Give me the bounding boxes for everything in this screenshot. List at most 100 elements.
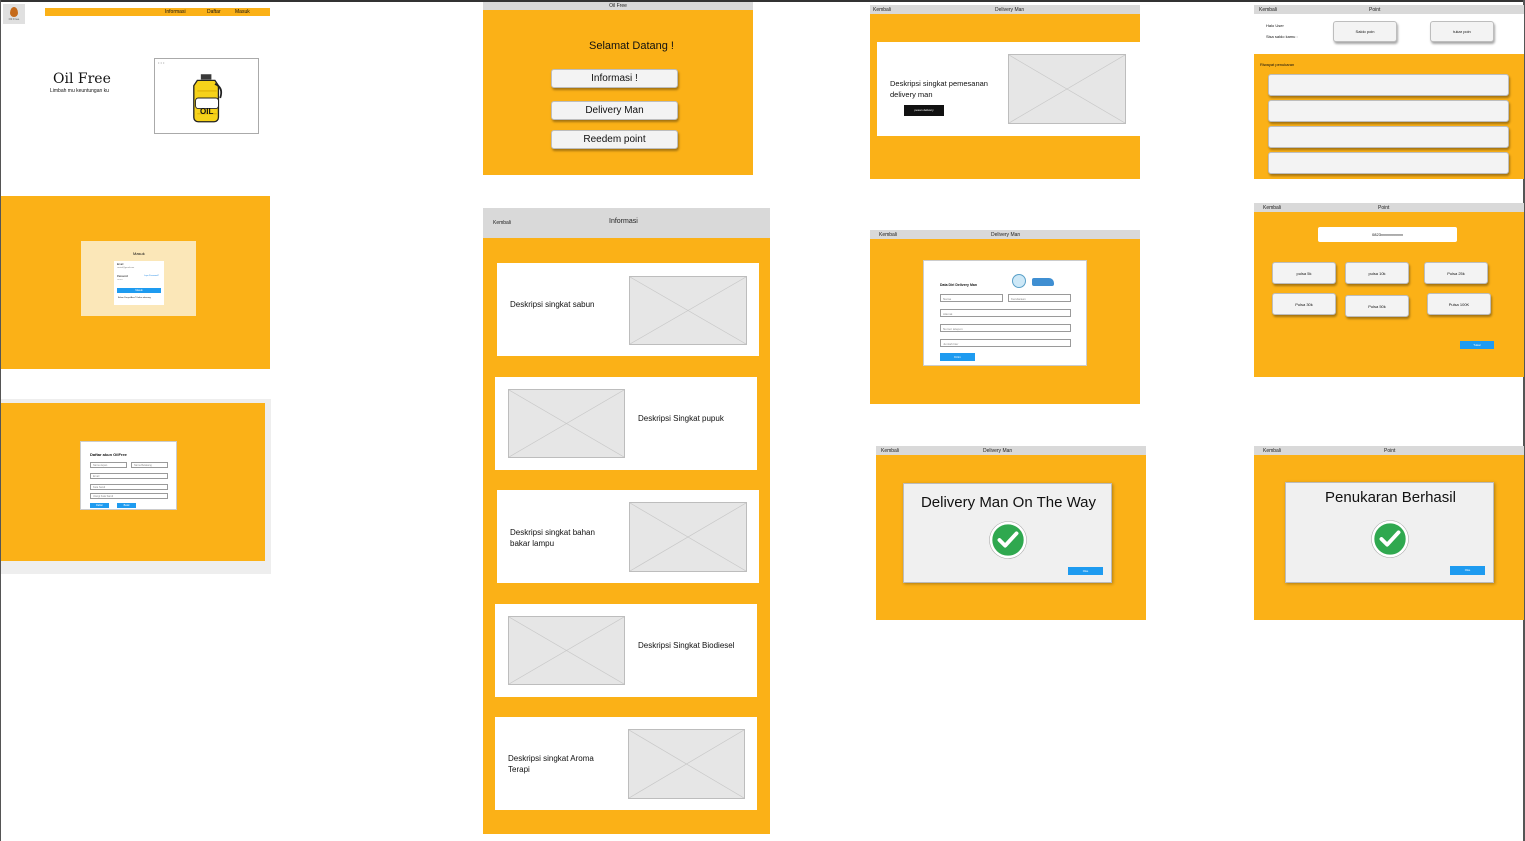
login-submit-button[interactable]: Masuk [117, 288, 161, 293]
point-summary: Halo User Sisa saldo kamu : Saldo poin t… [1254, 14, 1524, 54]
nav-daftar[interactable]: Daftar [207, 9, 221, 15]
option-pulsa-5k[interactable]: pulsa 5k [1272, 262, 1336, 284]
form-vehicle-field[interactable]: Kendaraan [1008, 294, 1071, 302]
history-row[interactable] [1268, 100, 1509, 122]
password-field[interactable]: •••••••• [117, 279, 161, 283]
history-row[interactable] [1268, 126, 1509, 148]
delivery-man-button[interactable]: Delivery Man [551, 101, 678, 120]
oil-jug-icon [193, 74, 223, 123]
info-text-aroma: Deskripsi singkat Aroma Terapi [508, 754, 594, 774]
option-pulsa-50k[interactable]: Pulsa 50k [1345, 295, 1409, 317]
history-row[interactable] [1268, 74, 1509, 96]
info-card-pupuk[interactable]: Deskripsi Singkat pupuk [495, 377, 757, 470]
history-row[interactable] [1268, 152, 1509, 174]
register-password-field[interactable]: Kata Sandi [90, 484, 168, 490]
info-card-biodiesel[interactable]: Deskripsi Singkat Biodiesel [495, 604, 757, 697]
option-pulsa-30k[interactable]: Pulsa 30k [1272, 293, 1336, 315]
redeem-done-back-link[interactable]: Kembali [1263, 448, 1281, 454]
redeem-done-header: Kembali Point [1254, 446, 1524, 455]
register-title: Daftar akun OilFree [90, 452, 127, 457]
delivery-back-link[interactable]: Kembali [873, 7, 891, 13]
welcome-greeting: Selamat Datang ! [589, 40, 674, 52]
first-name-field[interactable]: Nama depan [90, 462, 127, 468]
point-title: Point [1369, 7, 1381, 13]
delivery-form-title: Delivery Man [991, 232, 1021, 238]
option-pulsa-10k[interactable]: pulsa 10k [1345, 262, 1409, 284]
delivery-image [1008, 54, 1126, 124]
info-text-pupuk: Deskripsi Singkat pupuk [638, 414, 724, 423]
jug-label: OIL [200, 107, 214, 116]
delivery-card: Deskripsi singkat pemesanan delivery man… [877, 42, 1140, 136]
delivery-title: Delivery Man [995, 7, 1025, 13]
last-name-field[interactable]: Nama Belakang [131, 462, 168, 468]
form-phone-field[interactable]: Nomor telepon [940, 324, 1071, 332]
redeem-done-dialog: Penukaran Berhasil Oke [1285, 482, 1494, 583]
form-name-field[interactable]: Nama [940, 294, 1003, 302]
point-frame: Kembali Point Halo User Sisa saldo kamu … [1254, 5, 1524, 179]
delivery-done-dialog: Delivery Man On The Way Oke [903, 483, 1112, 583]
redeem-done-frame: Kembali Point Penukaran Berhasil Oke [1254, 446, 1524, 620]
option-pulsa-25k[interactable]: Pulsa 25k [1424, 262, 1488, 284]
success-check-icon [1371, 520, 1409, 558]
info-image-sabun [629, 276, 747, 345]
delivery-form-back-link[interactable]: Kembali [879, 232, 897, 238]
landing-navbar: Informasi Daftar Masuk [45, 8, 270, 16]
redeem-submit-button[interactable]: Tukar [1460, 341, 1494, 349]
success-check-icon [989, 521, 1027, 559]
redeem-back-link[interactable]: Kembali [1263, 205, 1281, 211]
info-text-biodiesel: Deskripsi Singkat Biodiesel [638, 641, 735, 650]
login-card: Masuk Email contoh@gmail.com Password Lu… [81, 241, 196, 316]
informasi-frame: Kembali Informasi Deskripsi singkat sabu… [483, 208, 770, 834]
welcome-frame: Oil Free Selamat Datang ! Informasi ! De… [483, 2, 753, 175]
forgot-link[interactable]: Lupa Password? [144, 275, 159, 277]
landing-frame: Oil Free Informasi Daftar Masuk Oil Free… [1, 2, 271, 192]
register-submit-button[interactable]: Daftar [90, 503, 109, 508]
delivery-form-header: Kembali Delivery Man [870, 230, 1140, 239]
point-back-link[interactable]: Kembali [1259, 7, 1277, 13]
info-text-lampu: Deskripsi singkat bahan bakar lampu [510, 528, 595, 548]
welcome-header: Oil Free [483, 2, 753, 10]
register-cancel-button[interactable]: Batal [117, 503, 136, 508]
redeem-frame: Kembali Point 0823xxxxxxxxxxx pulsa 5k p… [1254, 203, 1524, 377]
form-address-field[interactable]: Alamat [940, 309, 1071, 317]
info-card-lampu[interactable]: Deskripsi singkat bahan bakar lampu [497, 490, 759, 583]
info-image-aroma [628, 729, 745, 799]
nav-informasi[interactable]: Informasi [165, 9, 186, 15]
info-image-lampu [629, 502, 747, 572]
saldo-point-button[interactable]: Saldo poin [1333, 21, 1397, 42]
informasi-header: Kembali Informasi [483, 208, 770, 238]
delivery-done-ok-button[interactable]: Oke [1068, 567, 1103, 575]
landing-subtitle: Limbah mu keuntungan ku [50, 88, 109, 94]
welcome-header-title: Oil Free [609, 3, 627, 9]
redeem-title: Point [1378, 205, 1390, 211]
info-image-biodiesel [508, 616, 625, 685]
redeem-point-button[interactable]: Reedem point [551, 130, 678, 149]
app-logo[interactable]: Oil Free [3, 4, 25, 24]
redeem-done-message: Penukaran Berhasil [1325, 489, 1456, 506]
info-card-sabun[interactable]: Deskripsi singkat sabun [497, 263, 759, 356]
window-dots-icon: • • • [158, 60, 165, 65]
delivery-form-frame: Kembali Delivery Man Data Diri Delivery … [870, 230, 1140, 404]
email-field[interactable]: contoh@gmail.com [117, 267, 161, 271]
info-card-aroma[interactable]: Deskripsi singkat Aroma Terapi [495, 717, 757, 810]
point-balance: Sisa saldo kamu : [1266, 34, 1298, 39]
form-submit-button[interactable]: Kirim [940, 353, 975, 361]
point-hello: Halo User [1266, 23, 1284, 28]
oil-drop-icon [10, 7, 18, 17]
nav-masuk[interactable]: Masuk [235, 9, 250, 15]
register-email-field[interactable]: Email [90, 473, 168, 479]
password-label: Password [117, 275, 128, 278]
phone-input[interactable]: 0823xxxxxxxxxxx [1318, 227, 1457, 242]
login-inner: Email contoh@gmail.com Password Lupa Pas… [114, 261, 164, 305]
driver-avatar-icon [1012, 274, 1026, 288]
register-confirm-field[interactable]: Ulangi Kata Sandi [90, 493, 168, 499]
option-pulsa-100k[interactable]: Pulsa 100K [1427, 293, 1491, 315]
informasi-button[interactable]: Informasi ! [551, 69, 678, 88]
form-liter-field[interactable]: Jumlah liter [940, 339, 1071, 347]
delivery-done-back-link[interactable]: Kembali [881, 448, 899, 454]
order-delivery-button[interactable]: pesan delivery [904, 105, 944, 116]
register-prompt[interactable]: Belum Punya Akun? Daftar sekarang [118, 297, 151, 299]
redeem-done-ok-button[interactable]: Oke [1450, 566, 1485, 575]
informasi-back-link[interactable]: Kembali [493, 220, 511, 226]
tukar-point-button[interactable]: tukar poin [1430, 21, 1494, 42]
